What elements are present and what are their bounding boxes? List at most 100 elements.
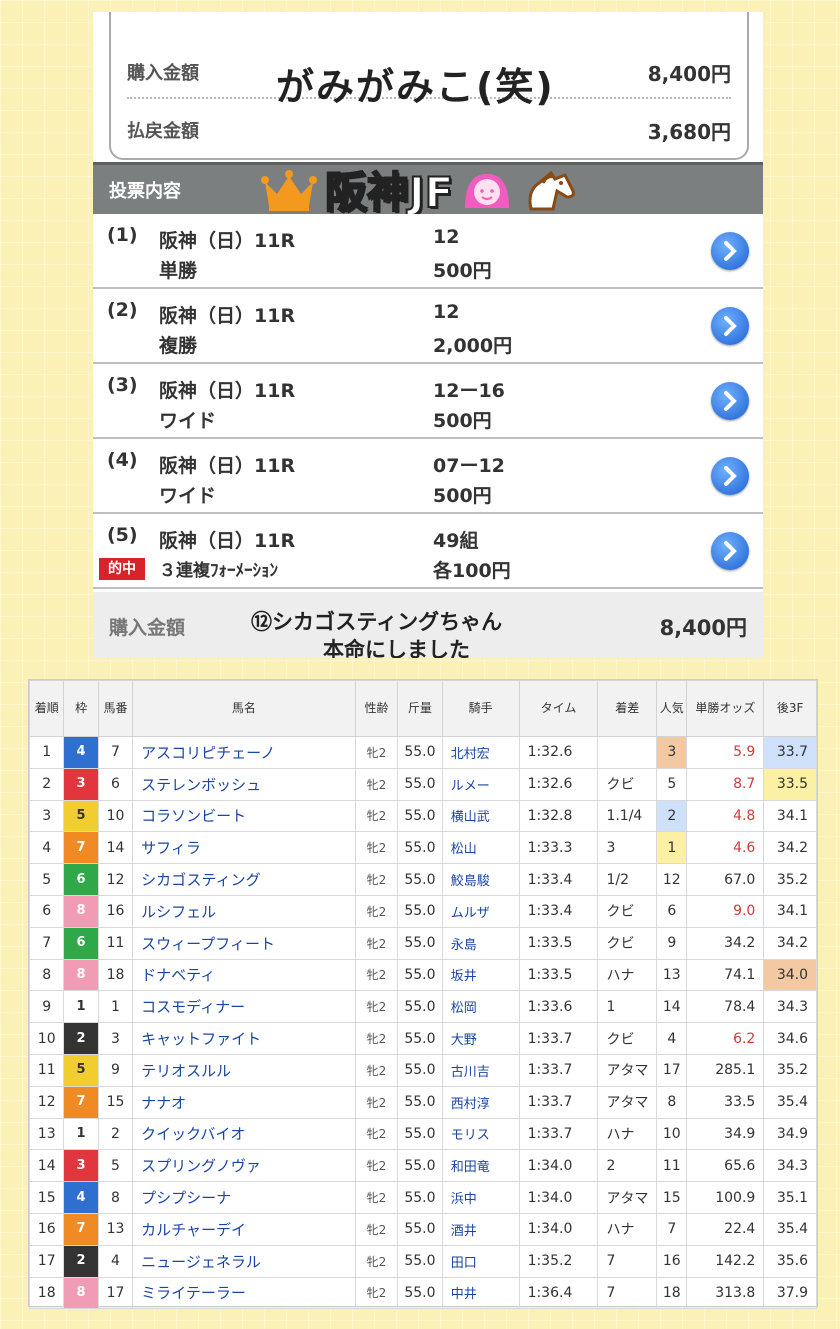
bet-amount: 500円 (433, 410, 492, 432)
chevron-right-icon[interactable] (711, 232, 749, 270)
bet-row-3[interactable]: (3) 阪神（日）11R ワイド 12ー16 500円 (93, 364, 763, 439)
cell-name[interactable]: テリオスルル (132, 1053, 356, 1087)
cell-name[interactable]: プシプシーナ (132, 1181, 356, 1214)
cell-name[interactable]: ナナオ (132, 1085, 356, 1119)
bet-row-4[interactable]: (4) 阪神（日）11R ワイド 07ー12 500円 (93, 439, 763, 514)
cell-time: 1:35.2 (518, 1244, 599, 1278)
cell-jockey[interactable]: 浜中 (441, 1181, 520, 1214)
bet-number: (4) (107, 449, 138, 471)
table-row: 17 2 4 ニュージェネラル 牝2 55.0 田口 1:35.2 7 16 142.2 35.6 (28, 1244, 817, 1278)
cell-last3f: 34.6 (763, 1022, 817, 1055)
cell-name[interactable]: シカゴスティング (132, 863, 356, 896)
cell-time: 1:33.5 (518, 926, 599, 960)
cell-jockey[interactable]: 坂井 (441, 958, 520, 992)
cell-odds: 6.2 (686, 1022, 765, 1055)
cell-sexage: 牝2 (354, 990, 399, 1024)
cell-name[interactable]: サフィラ (132, 831, 356, 865)
cell-pos: 5 (28, 863, 65, 896)
cell-name[interactable]: カルチャーデイ (132, 1212, 356, 1246)
cell-jockey[interactable]: 北村宏 (441, 736, 520, 769)
cell-jockey[interactable]: 松山 (441, 831, 520, 865)
cell-name[interactable]: ルシフェル (132, 894, 356, 928)
cell-margin: アタマ (597, 1053, 658, 1087)
chevron-right-icon[interactable] (711, 532, 749, 570)
cell-odds: 74.1 (686, 958, 765, 992)
cell-time: 1:33.7 (518, 1022, 599, 1055)
cell-jockey[interactable]: 鮫島駿 (441, 863, 520, 896)
cell-jockey[interactable]: 田口 (441, 1244, 520, 1278)
chevron-right-icon[interactable] (711, 457, 749, 495)
cell-num: 16 (97, 894, 134, 928)
cell-time: 1:34.0 (518, 1181, 599, 1214)
waku-badge: 7 (76, 1094, 86, 1110)
cell-jockey[interactable]: 永島 (441, 926, 520, 960)
cell-name[interactable]: キャットファイト (132, 1022, 356, 1055)
cell-jockey[interactable]: 横山武 (441, 799, 520, 833)
cell-pos: 1 (28, 736, 65, 769)
cell-name[interactable]: アスコリピチェーノ (132, 736, 356, 769)
cell-pos: 10 (28, 1022, 65, 1055)
bet-number: (5) (107, 524, 138, 546)
cell-jockey[interactable]: 中井 (441, 1276, 520, 1310)
waku-badge: 4 (76, 744, 86, 760)
bet-row-5[interactable]: (5) 阪神（日）11R 的中 ３連複ﾌｫｰﾒｰｼｮﾝ 49組 各100円 (93, 514, 763, 589)
cell-name[interactable]: ニュージェネラル (132, 1244, 356, 1278)
cell-sexage: 牝2 (354, 926, 399, 960)
waku-badge: 8 (76, 1284, 86, 1300)
cell-sexage: 牝2 (354, 894, 399, 928)
cell-jockey[interactable]: 松岡 (441, 990, 520, 1024)
cell-sexage: 牝2 (354, 1149, 399, 1183)
cell-last3f: 35.1 (763, 1181, 817, 1214)
cell-sexage: 牝2 (354, 1085, 399, 1119)
cell-sexage: 牝2 (354, 736, 399, 769)
cell-name[interactable]: コスモディナー (132, 990, 356, 1024)
cell-jockey[interactable]: ムルザ (441, 894, 520, 928)
chevron-right-icon[interactable] (711, 382, 749, 420)
cell-time: 1:33.7 (518, 1053, 599, 1087)
cell-margin: 2 (597, 1149, 658, 1183)
cell-name[interactable]: ステレンボッシュ (132, 767, 356, 801)
cell-pop: 14 (656, 990, 688, 1024)
table-row: 11 5 9 テリオスルル 牝2 55.0 古川吉 1:33.7 アタマ 17 285.1 35.2 (28, 1053, 817, 1087)
hit-badge: 的中 (99, 558, 145, 580)
cell-weight: 55.0 (397, 831, 443, 865)
cell-odds: 65.6 (686, 1149, 765, 1183)
cell-odds: 33.5 (686, 1085, 765, 1119)
cell-pos: 13 (28, 1117, 65, 1151)
cell-last3f: 33.5 (763, 767, 817, 801)
cell-jockey[interactable]: モリス (441, 1117, 520, 1151)
cell-pop: 7 (656, 1212, 688, 1246)
cell-name[interactable]: ミライテーラー (132, 1276, 356, 1310)
cell-jockey[interactable]: 酒井 (441, 1212, 520, 1246)
bet-number: (1) (107, 224, 138, 246)
cell-waku: 4 (63, 1181, 99, 1214)
cell-num: 17 (97, 1276, 134, 1310)
cell-pop: 6 (656, 894, 688, 928)
cell-odds: 4.6 (686, 831, 765, 865)
cell-jockey[interactable]: 西村淳 (441, 1085, 520, 1119)
cell-margin: ハナ (597, 1117, 658, 1151)
cell-jockey[interactable]: ルメー (441, 767, 520, 801)
payout-label: 払戻金額 (127, 121, 199, 142)
cell-num: 14 (97, 831, 134, 865)
cell-name[interactable]: コラソンビート (132, 799, 356, 833)
col-header: 単勝オッズ (686, 680, 765, 737)
table-row: 3 5 10 コラソンビート 牝2 55.0 横山武 1:32.8 1.1/4 2 4.8 34.1 (28, 799, 817, 833)
cell-name[interactable]: スウィープフィート (132, 926, 356, 960)
bet-type: ワイド (159, 410, 217, 432)
cell-sexage: 牝2 (354, 1276, 399, 1310)
cell-name[interactable]: クイックバイオ (132, 1117, 356, 1151)
cell-name[interactable]: スプリングノヴァ (132, 1149, 356, 1183)
cell-time: 1:33.6 (518, 990, 599, 1024)
total-label: 購入金額 (109, 617, 186, 639)
cell-jockey[interactable]: 和田竜 (441, 1149, 520, 1183)
table-row: 5 6 12 シカゴスティング 牝2 55.0 鮫島駿 1:33.4 1/2 12 67.0 35.2 (28, 863, 817, 896)
col-header: 騎手 (441, 680, 520, 737)
bet-race: 阪神（日）11R (159, 305, 296, 327)
cell-name[interactable]: ドナベティ (132, 958, 356, 992)
bet-row-2[interactable]: (2) 阪神（日）11R 複勝 12 2,000円 (93, 289, 763, 364)
bet-row-1[interactable]: (1) 阪神（日）11R 単勝 12 500円 (93, 214, 763, 289)
cell-jockey[interactable]: 大野 (441, 1022, 520, 1055)
chevron-right-icon[interactable] (711, 307, 749, 345)
cell-jockey[interactable]: 古川吉 (441, 1053, 520, 1087)
